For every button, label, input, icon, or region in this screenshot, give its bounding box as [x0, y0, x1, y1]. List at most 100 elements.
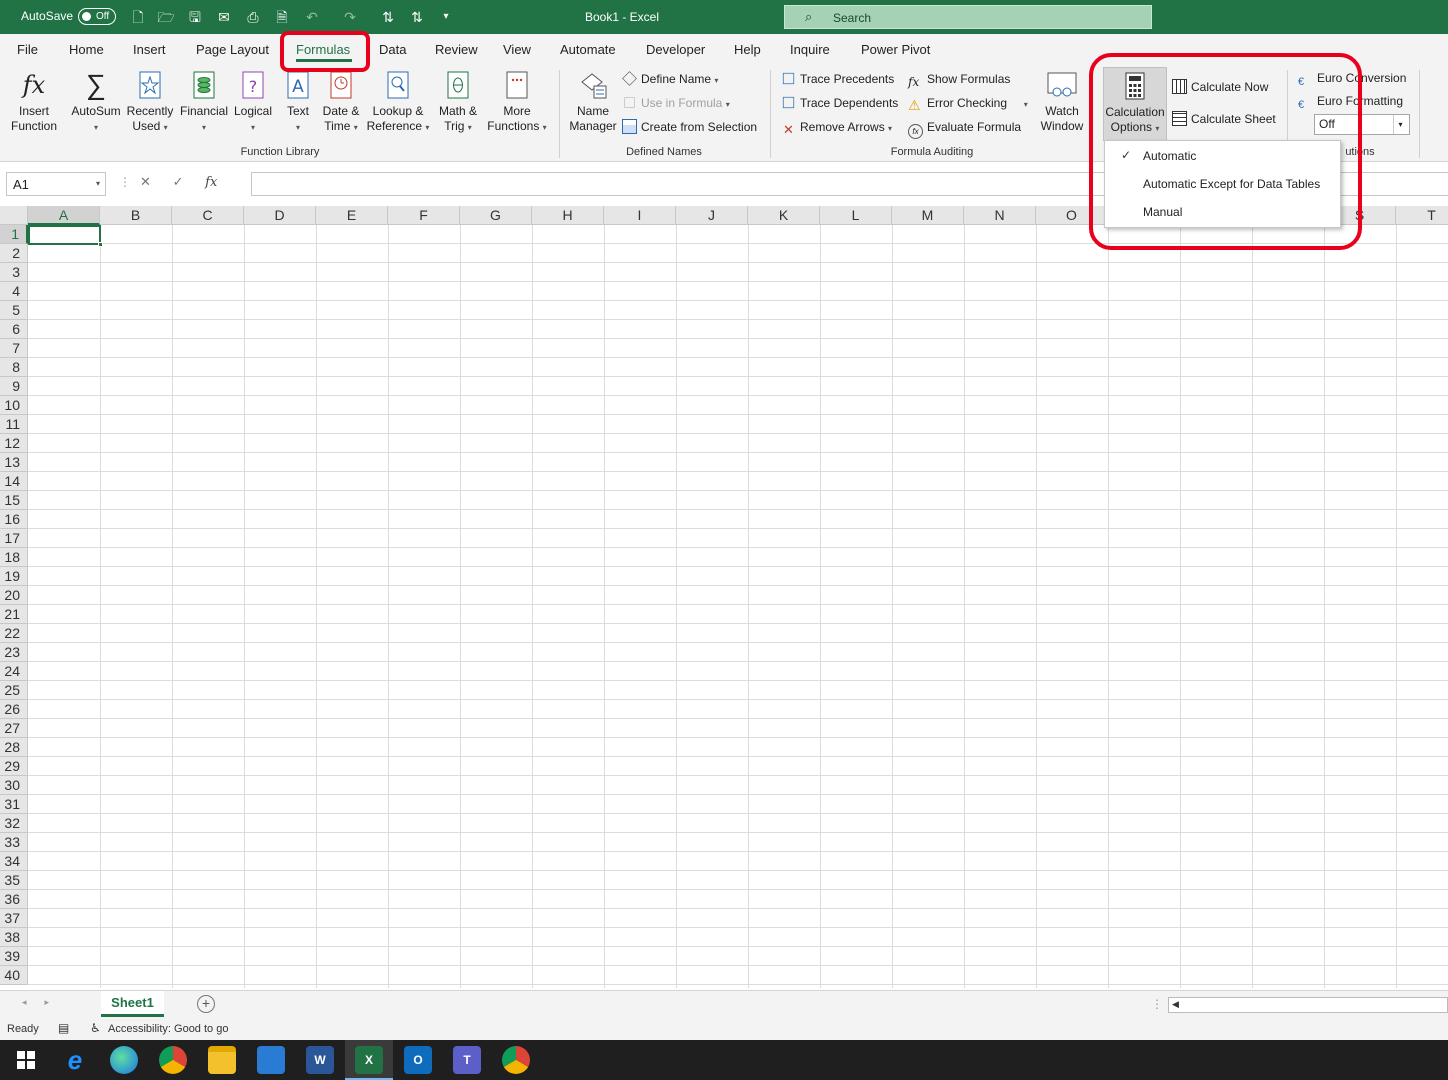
remote-desktop-icon[interactable] [257, 1046, 285, 1074]
tab-home[interactable]: Home [69, 42, 104, 57]
tab-developer[interactable]: Developer [646, 42, 705, 57]
row-header-27[interactable]: 27 [0, 719, 28, 738]
row-header-31[interactable]: 31 [0, 795, 28, 814]
column-header-d[interactable]: D [244, 206, 316, 225]
row-header-21[interactable]: 21 [0, 605, 28, 624]
tab-page-layout[interactable]: Page Layout [196, 42, 269, 57]
column-header-f[interactable]: F [388, 206, 460, 225]
column-header-j[interactable]: J [676, 206, 748, 225]
row-header-26[interactable]: 26 [0, 700, 28, 719]
tab-power-pivot[interactable]: Power Pivot [861, 42, 930, 57]
row-header-4[interactable]: 4 [0, 282, 28, 301]
row-header-37[interactable]: 37 [0, 909, 28, 928]
insert-function-button[interactable]: fx Insert Function [8, 70, 60, 134]
row-header-38[interactable]: 38 [0, 928, 28, 947]
select-all-corner[interactable] [0, 206, 28, 225]
use-in-formula-button[interactable]: Use in Formula ▾ [622, 93, 730, 113]
teams-icon[interactable]: T [453, 1046, 481, 1074]
save-icon[interactable]: 🖫 [185, 7, 205, 27]
column-header-t[interactable]: T [1396, 206, 1448, 225]
print-preview-icon[interactable]: 🗎 [272, 7, 292, 27]
edge-icon[interactable] [110, 1046, 138, 1074]
tab-help[interactable]: Help [734, 42, 761, 57]
row-header-40[interactable]: 40 [0, 966, 28, 985]
column-header-m[interactable]: M [892, 206, 964, 225]
selected-cell-a1[interactable] [28, 225, 103, 247]
math-trig-button[interactable]: Math & Trig ▾ [434, 70, 482, 135]
tab-review[interactable]: Review [435, 42, 478, 57]
tab-view[interactable]: View [503, 42, 531, 57]
redo-icon[interactable]: ↷ [340, 7, 360, 27]
row-header-20[interactable]: 20 [0, 586, 28, 605]
row-header-30[interactable]: 30 [0, 776, 28, 795]
row-header-12[interactable]: 12 [0, 434, 28, 453]
row-header-6[interactable]: 6 [0, 320, 28, 339]
recently-used-button[interactable]: Recently Used ▾ [126, 70, 174, 135]
sheet-tab[interactable]: Sheet1 [101, 991, 164, 1017]
chrome-icon[interactable] [159, 1046, 187, 1074]
logical-button[interactable]: ? Logical ▾ [231, 70, 275, 135]
worksheet-grid[interactable]: ABCDEFGHIJKLMNOPQRST12345678910111213141… [0, 206, 1448, 988]
word-icon[interactable]: W [306, 1046, 334, 1074]
row-header-19[interactable]: 19 [0, 567, 28, 586]
lookup-reference-button[interactable]: Lookup & Reference ▾ [366, 70, 430, 135]
row-header-10[interactable]: 10 [0, 396, 28, 415]
row-header-11[interactable]: 11 [0, 415, 28, 434]
row-header-39[interactable]: 39 [0, 947, 28, 966]
column-header-c[interactable]: C [172, 206, 244, 225]
column-header-h[interactable]: H [532, 206, 604, 225]
row-header-1[interactable]: 1 [0, 225, 28, 244]
chrome-icon[interactable] [502, 1046, 530, 1074]
column-header-n[interactable]: N [964, 206, 1036, 225]
more-functions-button[interactable]: More Functions ▾ [484, 70, 550, 135]
column-header-l[interactable]: L [820, 206, 892, 225]
column-header-e[interactable]: E [316, 206, 388, 225]
financial-button[interactable]: Financial ▾ [178, 70, 230, 135]
insert-function-icon[interactable]: fx [205, 175, 217, 190]
row-header-5[interactable]: 5 [0, 301, 28, 320]
sort-ascending-icon[interactable]: ⇅ [378, 7, 398, 27]
row-header-33[interactable]: 33 [0, 833, 28, 852]
define-name-button[interactable]: Define Name ▾ [622, 69, 718, 89]
row-header-17[interactable]: 17 [0, 529, 28, 548]
row-header-24[interactable]: 24 [0, 662, 28, 681]
date-time-button[interactable]: Date & Time ▾ [318, 70, 364, 135]
trace-dependents-button[interactable]: Trace Dependents [781, 93, 898, 113]
row-header-29[interactable]: 29 [0, 757, 28, 776]
sheet-nav-arrows[interactable]: ◂▸ [22, 997, 67, 1008]
remove-arrows-button[interactable]: ✕ Remove Arrows ▾ [781, 117, 892, 137]
search-box[interactable]: ⌕ Search [784, 5, 1152, 29]
row-header-16[interactable]: 16 [0, 510, 28, 529]
text-functions-button[interactable]: A Text ▾ [282, 70, 314, 135]
row-header-23[interactable]: 23 [0, 643, 28, 662]
show-formulas-button[interactable]: fx Show Formulas [908, 69, 1010, 89]
tab-insert[interactable]: Insert [133, 42, 166, 57]
column-header-a[interactable]: A [28, 206, 100, 225]
splitter-icon[interactable]: ⋮ [1151, 997, 1163, 1011]
tab-inquire[interactable]: Inquire [790, 42, 830, 57]
row-header-32[interactable]: 32 [0, 814, 28, 833]
file-explorer-icon[interactable] [208, 1046, 236, 1074]
name-manager-button[interactable]: Name Manager [566, 70, 620, 134]
tab-automate[interactable]: Automate [560, 42, 616, 57]
tab-file[interactable]: File [17, 42, 38, 57]
fill-handle[interactable] [98, 242, 103, 247]
row-header-3[interactable]: 3 [0, 263, 28, 282]
scroll-left-icon[interactable]: ◀ [1172, 999, 1179, 1010]
error-checking-button[interactable]: ⚠ Error Checking ▾ [908, 93, 1028, 113]
open-folder-icon[interactable]: 🗁 [156, 7, 176, 27]
row-header-14[interactable]: 14 [0, 472, 28, 491]
cancel-icon[interactable]: ✕ [140, 174, 151, 189]
row-header-9[interactable]: 9 [0, 377, 28, 396]
row-header-22[interactable]: 22 [0, 624, 28, 643]
horizontal-scrollbar[interactable]: ◀ [1168, 997, 1448, 1013]
row-header-7[interactable]: 7 [0, 339, 28, 358]
column-header-k[interactable]: K [748, 206, 820, 225]
outlook-icon[interactable]: O [404, 1046, 432, 1074]
row-header-34[interactable]: 34 [0, 852, 28, 871]
create-from-selection-button[interactable]: Create from Selection [622, 117, 757, 137]
evaluate-formula-button[interactable]: fx Evaluate Formula [908, 117, 1021, 139]
row-header-13[interactable]: 13 [0, 453, 28, 472]
row-header-8[interactable]: 8 [0, 358, 28, 377]
undo-icon[interactable]: ↶ [302, 7, 322, 27]
